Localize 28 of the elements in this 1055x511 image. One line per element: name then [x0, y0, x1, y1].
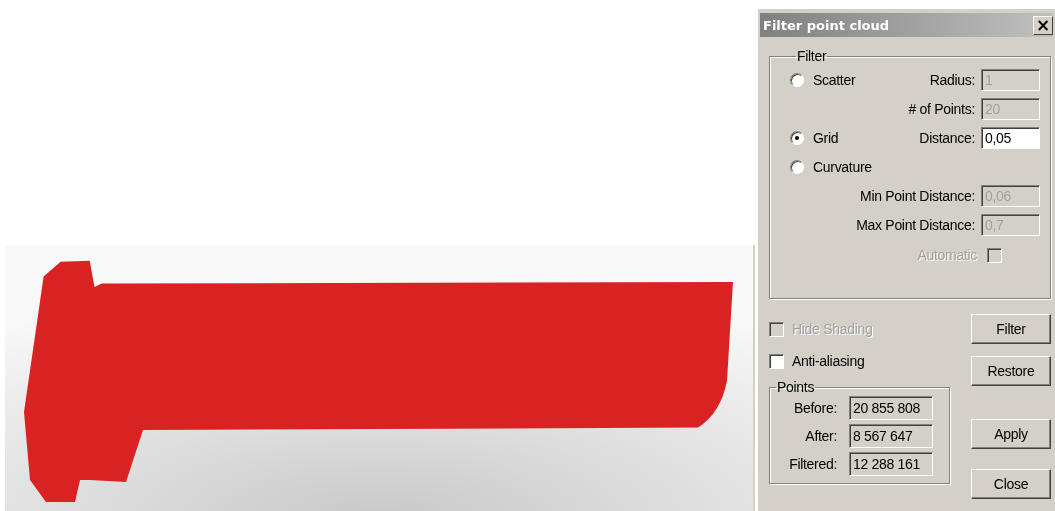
checkbox-label: Anti-aliasing: [792, 353, 865, 369]
radio-label: Grid: [813, 129, 839, 146]
count-value: 12 288 161: [849, 452, 933, 476]
close-button[interactable]: ×: [1033, 15, 1053, 35]
count-label: Before:: [792, 400, 837, 416]
group-label: Points: [776, 380, 816, 394]
radio-label: Scatter: [813, 71, 856, 88]
count-label: Filtered:: [788, 456, 837, 472]
radio-button[interactable]: [790, 159, 804, 174]
field-label: Radius:: [929, 71, 975, 88]
radio-button[interactable]: [790, 72, 804, 87]
field-label: Max Point Distance:: [856, 216, 975, 233]
count-value: 20 855 808: [849, 396, 933, 420]
input-field[interactable]: 0,05: [981, 126, 1040, 149]
field-label: Distance:: [919, 129, 975, 146]
dialog-button[interactable]: Filter: [971, 314, 1051, 344]
count-value: 8 567 647: [849, 424, 933, 448]
dialog-button[interactable]: Close: [971, 469, 1051, 499]
radio-label: Curvature: [813, 158, 872, 175]
dialog-button[interactable]: Restore: [971, 356, 1051, 386]
group-label: Filter: [796, 49, 828, 63]
field-label: # of Points:: [908, 100, 975, 117]
dialog-button[interactable]: Apply: [971, 419, 1051, 449]
radio-button[interactable]: [790, 130, 804, 145]
window-title: Filter point cloud: [763, 17, 890, 33]
count-label: After:: [804, 428, 837, 444]
checkbox[interactable]: [769, 353, 784, 369]
field-label: Min Point Distance:: [860, 187, 975, 204]
